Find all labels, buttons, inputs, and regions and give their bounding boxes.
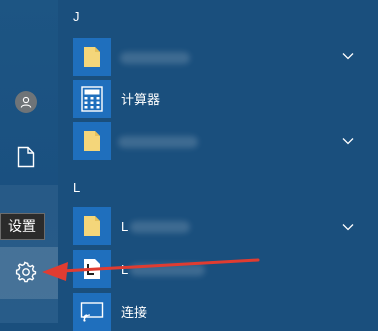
calculator-icon	[81, 86, 103, 112]
folder-icon	[84, 47, 100, 67]
chevron-down-icon[interactable]	[342, 137, 354, 145]
user-avatar-icon[interactable]	[15, 91, 37, 113]
person-icon	[20, 96, 32, 108]
app-tile[interactable]	[73, 207, 111, 245]
document-icon[interactable]	[17, 146, 35, 168]
redacted-label-5	[130, 264, 205, 276]
gear-icon[interactable]	[14, 260, 38, 284]
connect-label[interactable]: 连接	[121, 305, 147, 321]
app-label-5[interactable]: L	[121, 262, 128, 278]
chevron-down-icon[interactable]	[342, 223, 354, 231]
folder-icon	[84, 216, 100, 236]
app-tile[interactable]	[73, 122, 111, 160]
redacted-label-1	[120, 52, 190, 64]
connect-tile[interactable]	[73, 293, 111, 331]
chevron-down-icon[interactable]	[342, 52, 354, 60]
document-icon	[84, 259, 100, 279]
folder-icon	[84, 131, 100, 151]
connect-icon	[80, 302, 104, 322]
group-header-j[interactable]: J	[73, 9, 80, 24]
group-header-l[interactable]: L	[73, 180, 80, 195]
calculator-tile[interactable]	[73, 80, 111, 118]
redacted-label-3	[118, 136, 198, 148]
settings-tooltip: 设置	[0, 213, 45, 240]
redacted-label-4	[130, 221, 190, 233]
app-label-4[interactable]: L	[121, 219, 128, 235]
calculator-label[interactable]: 计算器	[121, 92, 160, 108]
app-tile[interactable]	[73, 38, 111, 76]
app-tile[interactable]	[73, 250, 111, 288]
